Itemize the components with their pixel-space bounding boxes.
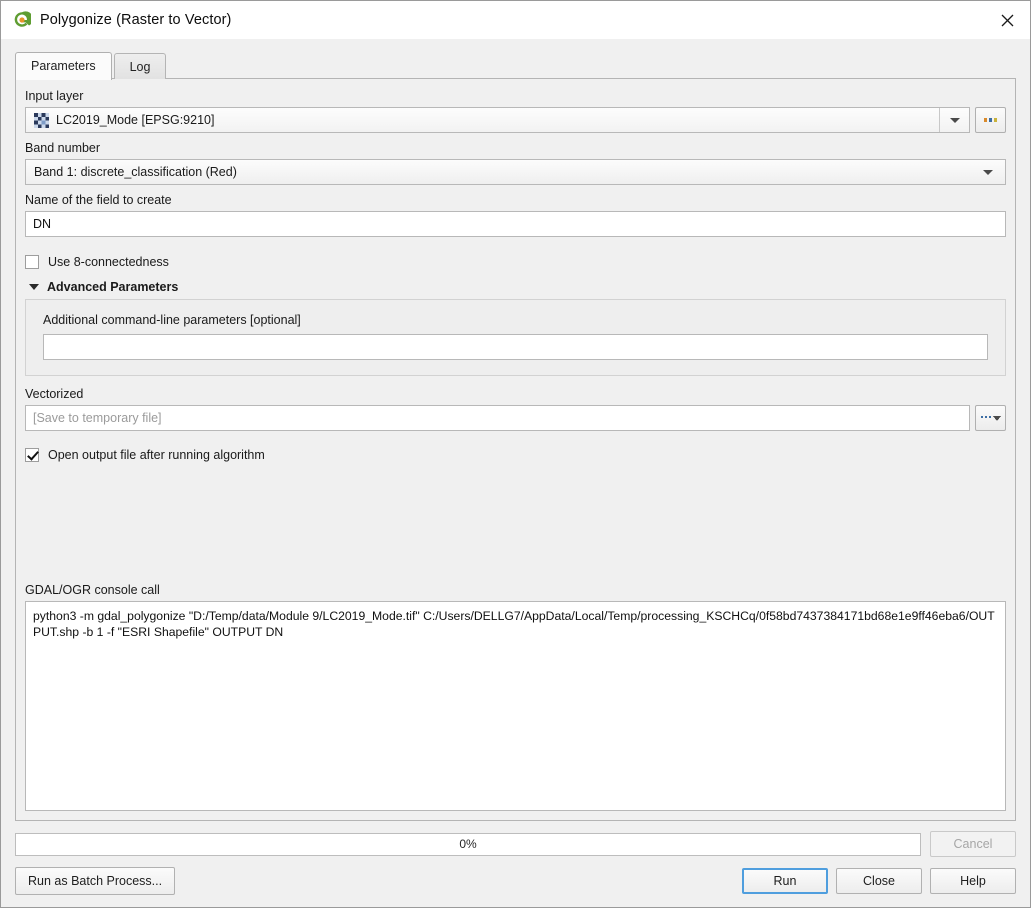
field-name-row: Name of the field to create DN (25, 193, 1006, 237)
run-button[interactable]: Run (742, 868, 828, 894)
button-row: Run as Batch Process... Run Close Help (15, 867, 1016, 895)
progress-bar: 0% (15, 832, 921, 856)
tab-log[interactable]: Log (113, 53, 167, 79)
tab-parameters[interactable]: Parameters (15, 52, 112, 80)
help-button[interactable]: Help (930, 868, 1016, 894)
field-name-input[interactable]: DN (25, 211, 1006, 237)
dialog-footer: 0% Cancel Run as Batch Process... Run Cl… (1, 821, 1030, 907)
polygonize-dialog: Polygonize (Raster to Vector) Parameters… (0, 0, 1031, 908)
chevron-down-icon[interactable] (971, 160, 1005, 184)
open-output-checkbox[interactable]: Open output file after running algorithm (25, 448, 1006, 462)
open-output-label: Open output file after running algorithm (48, 448, 265, 462)
raster-layer-icon (34, 112, 49, 128)
close-button[interactable]: Close (836, 868, 922, 894)
input-layer-label: Input layer (25, 89, 84, 103)
chevron-down-icon[interactable] (939, 108, 969, 132)
tab-strip: Parameters Log (15, 50, 1016, 80)
title-bar: Polygonize (Raster to Vector) (1, 1, 1030, 39)
input-layer-row: Input layer LC2019_Mode [EPSG:9210] (25, 89, 1006, 133)
input-layer-value: LC2019_Mode [EPSG:9210] (56, 113, 215, 127)
progress-row: 0% Cancel (15, 831, 1016, 857)
chevron-down-icon (29, 284, 39, 290)
use-8-connectedness-checkbox[interactable]: Use 8-connectedness (25, 255, 1006, 269)
band-number-row: Band number Band 1: discrete_classificat… (25, 141, 1006, 185)
vectorized-browse-button[interactable] (975, 405, 1006, 431)
vectorized-output-row: Vectorized [Save to temporary file] (25, 387, 1006, 431)
advanced-parameters-toggle[interactable]: Advanced Parameters (25, 280, 1006, 294)
advanced-parameters-group: Additional command-line parameters [opti… (25, 299, 1006, 376)
vectorized-label: Vectorized (25, 387, 84, 401)
input-layer-browse-button[interactable] (975, 107, 1006, 133)
panel-spacer (25, 462, 1006, 583)
console-call-label: GDAL/OGR console call (25, 583, 160, 597)
close-icon[interactable] (984, 1, 1030, 39)
input-layer-combo[interactable]: LC2019_Mode [EPSG:9210] (25, 107, 970, 133)
dialog-body: Parameters Log Input layer LC2019_Mode [… (1, 39, 1030, 821)
checkbox-box (25, 255, 39, 269)
cancel-button[interactable]: Cancel (930, 831, 1016, 857)
vectorized-output-input[interactable]: [Save to temporary file] (25, 405, 970, 431)
use-8-connectedness-label: Use 8-connectedness (48, 255, 169, 269)
additional-params-input[interactable] (43, 334, 988, 360)
window-title: Polygonize (Raster to Vector) (40, 12, 232, 28)
console-call-text[interactable]: python3 -m gdal_polygonize "D:/Temp/data… (25, 601, 1006, 811)
band-number-combo[interactable]: Band 1: discrete_classification (Red) (25, 159, 1006, 185)
band-number-label: Band number (25, 141, 101, 155)
field-name-label: Name of the field to create (25, 193, 172, 207)
additional-params-label: Additional command-line parameters [opti… (43, 313, 301, 327)
band-number-value: Band 1: discrete_classification (Red) (34, 165, 237, 179)
qgis-logo-icon (13, 11, 34, 29)
checkbox-box (25, 448, 39, 462)
parameters-panel: Input layer LC2019_Mode [EPSG:9210] Band… (15, 78, 1016, 821)
run-as-batch-process-button[interactable]: Run as Batch Process... (15, 867, 176, 895)
advanced-parameters-label: Advanced Parameters (47, 280, 179, 294)
